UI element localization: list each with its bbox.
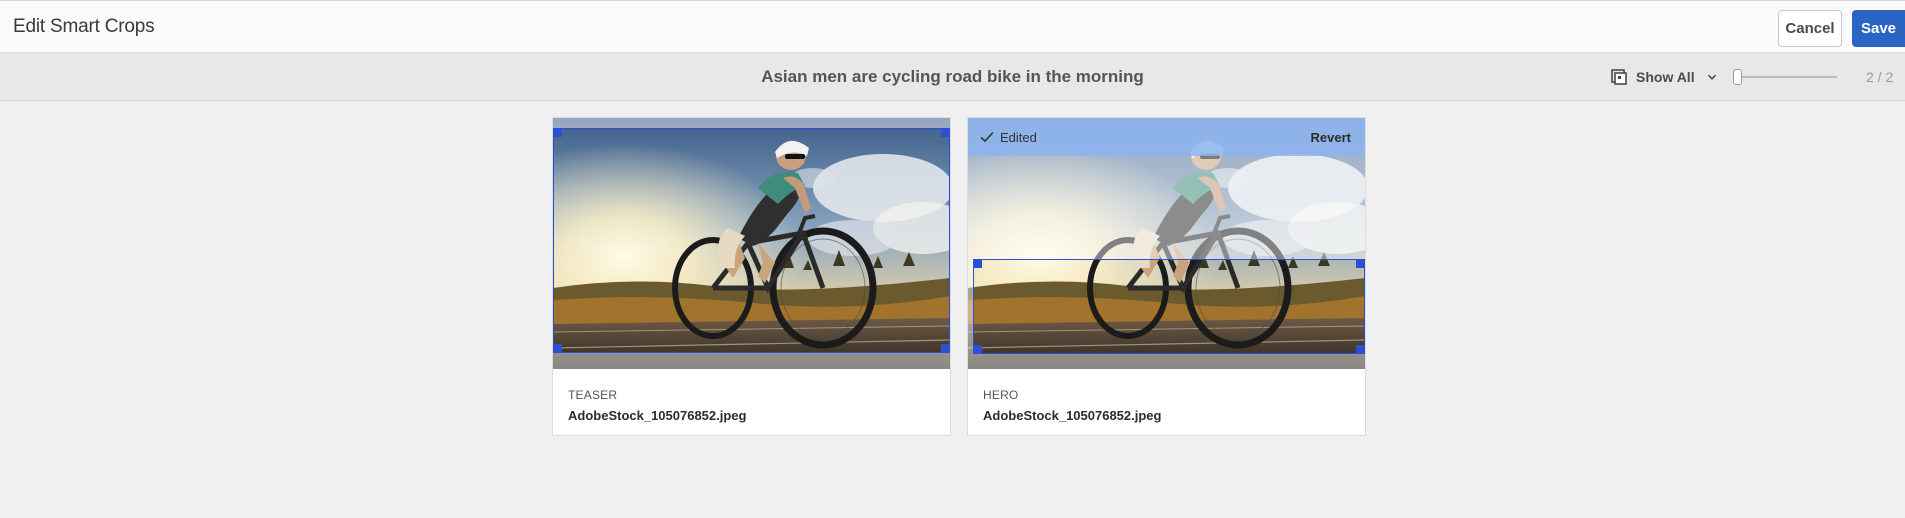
card-meta: TEASER AdobeStock_105076852.jpeg — [568, 388, 746, 423]
header-bar: Edit Smart Crops Cancel Save — [0, 0, 1905, 53]
crop-handle-top-right[interactable] — [941, 128, 950, 137]
crop-handle-top-right[interactable] — [1356, 259, 1365, 268]
file-name: AdobeStock_105076852.jpeg — [568, 408, 747, 423]
crop-label: HERO — [983, 388, 1019, 402]
crop-handle-bottom-left[interactable] — [973, 345, 982, 354]
show-all-label: Show All — [1636, 69, 1695, 85]
slider-track — [1733, 76, 1837, 78]
checkmark-icon — [980, 131, 994, 143]
save-button[interactable]: Save — [1852, 10, 1905, 47]
crop-box[interactable] — [973, 259, 1365, 354]
crop-dim-bottom — [968, 353, 1365, 369]
crop-handle-bottom-right[interactable] — [1356, 345, 1365, 354]
crop-handle-bottom-right[interactable] — [941, 344, 950, 353]
crop-card-hero[interactable]: Edited Revert HERO AdobeStock_105076852.… — [967, 117, 1366, 436]
slider-thumb[interactable] — [1733, 69, 1742, 85]
crop-preview[interactable] — [553, 118, 950, 369]
card-meta: HERO AdobeStock_105076852.jpeg — [983, 388, 1161, 423]
toolbar: Asian men are cycling road bike in the m… — [0, 53, 1905, 101]
crop-preview[interactable]: Edited Revert — [968, 118, 1365, 369]
size-slider[interactable] — [1733, 69, 1837, 85]
crop-dim-top — [553, 118, 950, 128]
file-name: AdobeStock_105076852.jpeg — [983, 408, 1162, 423]
crop-grid-icon — [1611, 69, 1627, 85]
crop-handle-bottom-left[interactable] — [553, 344, 562, 353]
crop-label: TEASER — [568, 388, 618, 402]
show-all-dropdown[interactable]: Show All — [1610, 65, 1717, 89]
crop-card-teaser[interactable]: TEASER AdobeStock_105076852.jpeg — [552, 117, 951, 436]
revert-button[interactable]: Revert — [1311, 130, 1351, 145]
crop-dim-bottom — [553, 352, 950, 369]
page-title: Edit Smart Crops — [13, 16, 155, 37]
crop-handle-top-left[interactable] — [553, 128, 562, 137]
chevron-down-icon — [1707, 74, 1716, 80]
crop-handle-top-left[interactable] — [973, 259, 982, 268]
cancel-button[interactable]: Cancel — [1778, 10, 1842, 47]
edited-label: Edited — [1000, 129, 1037, 145]
edited-banner: Edited Revert — [968, 118, 1365, 156]
page-indicator: 2 / 2 — [1866, 69, 1894, 85]
crop-box[interactable] — [553, 128, 950, 353]
